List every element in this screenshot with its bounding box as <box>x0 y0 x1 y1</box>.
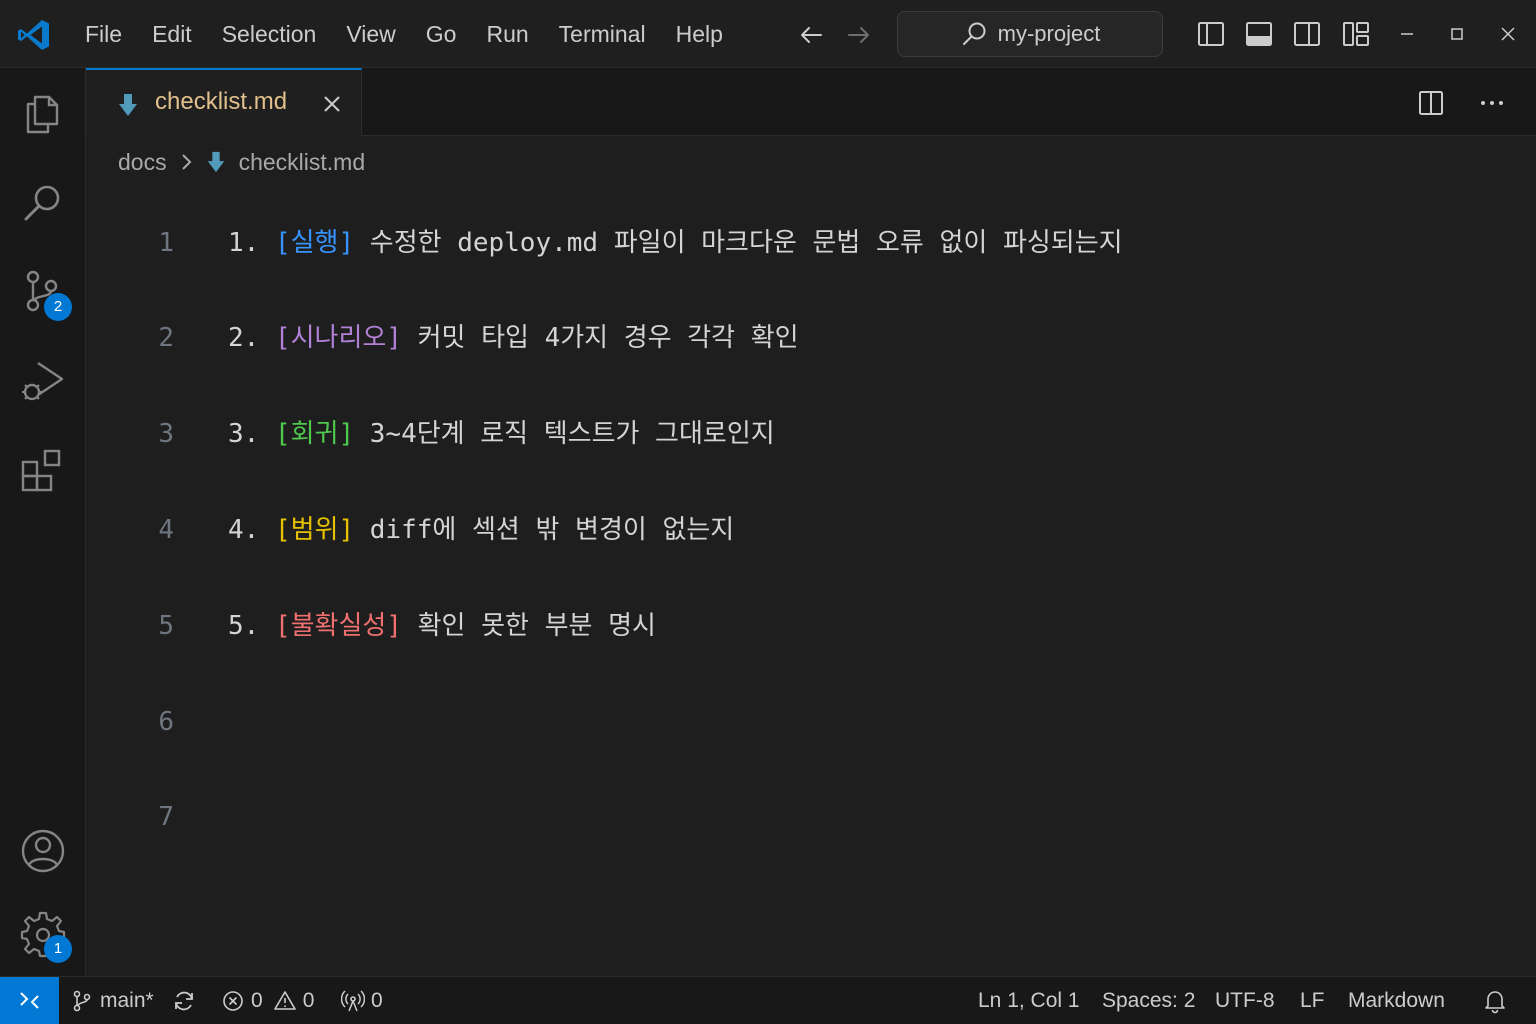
status-bar: main* 0 0 0 Ln 1, Col 1 Spaces: 2 UTF-8 … <box>0 976 1536 1024</box>
more-actions-icon[interactable] <box>1477 88 1507 118</box>
editor-line[interactable]: 5 5. [불확실성] 확인 못한 부분 명시 <box>86 602 1536 650</box>
activity-bar: 2 1 <box>0 68 86 976</box>
line-text: 수정한 deploy.md 파일이 마크다운 문법 오류 없이 파싱되는지 <box>369 228 1123 258</box>
error-icon <box>223 990 243 1011</box>
notifications-button[interactable] <box>1482 977 1514 1024</box>
menu-selection[interactable]: Selection <box>207 14 332 54</box>
editor-line[interactable]: 7 <box>86 793 1536 841</box>
list-number: 5. <box>228 611 260 641</box>
line-number: 6 <box>158 707 174 737</box>
breadcrumb-file[interactable]: checklist.md <box>239 149 366 176</box>
line-text: 3~4단계 로직 텍스트가 그대로인지 <box>369 419 775 449</box>
source-control-badge: 2 <box>44 293 72 321</box>
run-debug-icon[interactable] <box>18 355 68 405</box>
markdown-icon <box>119 94 137 116</box>
menu-file[interactable]: File <box>70 14 137 54</box>
line-number: 7 <box>158 802 174 832</box>
tag-scenario: [시나리오] <box>274 323 402 353</box>
branch-status[interactable]: main* <box>70 977 154 1024</box>
menu-terminal[interactable]: Terminal <box>544 14 661 54</box>
settings-badge: 1 <box>44 935 72 963</box>
remote-indicator-button[interactable] <box>0 977 59 1024</box>
editor-text-area[interactable]: 1 1. [실행] 수정한 deploy.md 파일이 마크다운 문법 오류 없… <box>86 196 1536 976</box>
search-icon <box>962 22 986 45</box>
chevron-right-icon <box>181 154 192 170</box>
markdown-icon <box>207 151 224 173</box>
line-text: 확인 못한 부분 명시 <box>417 611 656 641</box>
close-tab-icon[interactable] <box>320 92 344 116</box>
sync-button[interactable] <box>171 977 203 1024</box>
forward-arrow-icon[interactable] <box>844 20 874 50</box>
line-number: 2 <box>158 323 174 353</box>
command-center-search[interactable]: my-project <box>897 11 1163 57</box>
menu-go[interactable]: Go <box>411 14 472 54</box>
line-number: 5 <box>158 611 174 641</box>
close-window-icon[interactable] <box>1496 22 1520 46</box>
tag-scope: [범위] <box>274 515 355 545</box>
menu-bar: File Edit Selection View Go Run Terminal… <box>70 0 738 68</box>
menu-help[interactable]: Help <box>661 14 738 54</box>
editor-tab-bar: checklist.md <box>86 68 1536 136</box>
breadcrumb: docs checklist.md <box>118 144 365 180</box>
ports-count: 0 <box>371 988 383 1012</box>
cursor-position[interactable]: Ln 1, Col 1 <box>978 977 1080 1024</box>
title-bar: File Edit Selection View Go Run Terminal… <box>0 0 1536 68</box>
branch-name: main* <box>100 988 154 1012</box>
editor-line[interactable]: 2 2. [시나리오] 커밋 타입 4가지 경우 각각 확인 <box>86 314 1536 362</box>
editor-line[interactable]: 4 4. [범위] diff에 섹션 밖 변경이 없는지 <box>86 506 1536 554</box>
tag-exec: [실행] <box>274 228 355 258</box>
menu-view[interactable]: View <box>331 14 410 54</box>
editor-line[interactable]: 6 <box>86 698 1536 746</box>
line-number: 4 <box>158 515 174 545</box>
maximize-icon[interactable] <box>1445 22 1469 46</box>
toggle-secondary-sidebar-icon[interactable] <box>1291 18 1323 50</box>
breadcrumb-folder[interactable]: docs <box>118 149 167 176</box>
line-text: diff에 섹션 밖 변경이 없는지 <box>369 515 735 545</box>
list-number: 2. <box>228 323 260 353</box>
eol-status[interactable]: LF <box>1300 977 1325 1024</box>
ports-status[interactable]: 0 <box>341 977 383 1024</box>
search-label: my-project <box>997 21 1101 46</box>
warning-count: 0 <box>302 988 315 1012</box>
extensions-icon[interactable] <box>18 446 68 496</box>
menu-run[interactable]: Run <box>471 14 543 54</box>
tag-uncertainty: [불확실성] <box>274 611 402 641</box>
language-mode[interactable]: Markdown <box>1348 977 1445 1024</box>
tab-checklist-md[interactable]: checklist.md <box>86 68 362 136</box>
menu-edit[interactable]: Edit <box>137 14 207 54</box>
git-branch-icon <box>73 990 91 1011</box>
sync-icon <box>175 991 193 1010</box>
line-text: 커밋 타입 4가지 경우 각각 확인 <box>417 323 799 353</box>
list-number: 3. <box>228 419 260 449</box>
line-number: 3 <box>158 419 174 449</box>
list-number: 1. <box>228 228 260 258</box>
editor-line[interactable]: 1 1. [실행] 수정한 deploy.md 파일이 마크다운 문법 오류 없… <box>86 219 1536 267</box>
list-number: 4. <box>228 515 260 545</box>
broadcast-icon <box>341 989 365 1011</box>
bell-icon <box>1485 990 1505 1013</box>
toggle-primary-sidebar-icon[interactable] <box>1195 18 1227 50</box>
editor-line[interactable]: 3 3. [회귀] 3~4단계 로직 텍스트가 그대로인지 <box>86 410 1536 458</box>
explorer-icon[interactable] <box>18 88 68 138</box>
remote-icon <box>20 992 39 1009</box>
warning-icon <box>273 990 296 1010</box>
vscode-logo-icon <box>18 20 49 50</box>
minimize-icon[interactable] <box>1395 22 1419 46</box>
search-view-icon[interactable] <box>18 178 68 228</box>
back-arrow-icon[interactable] <box>796 20 826 50</box>
indentation-status[interactable]: Spaces: 2 <box>1102 977 1195 1024</box>
toggle-panel-icon[interactable] <box>1243 18 1275 50</box>
problems-status[interactable]: 0 0 <box>221 977 314 1024</box>
error-count: 0 <box>251 988 263 1012</box>
encoding-status[interactable]: UTF-8 <box>1215 977 1275 1024</box>
tag-regression: [회귀] <box>274 419 355 449</box>
customize-layout-icon[interactable] <box>1340 18 1372 50</box>
line-number: 1 <box>158 228 174 258</box>
tab-label: checklist.md <box>155 88 288 115</box>
accounts-icon[interactable] <box>18 826 68 876</box>
split-editor-icon[interactable] <box>1416 88 1446 118</box>
